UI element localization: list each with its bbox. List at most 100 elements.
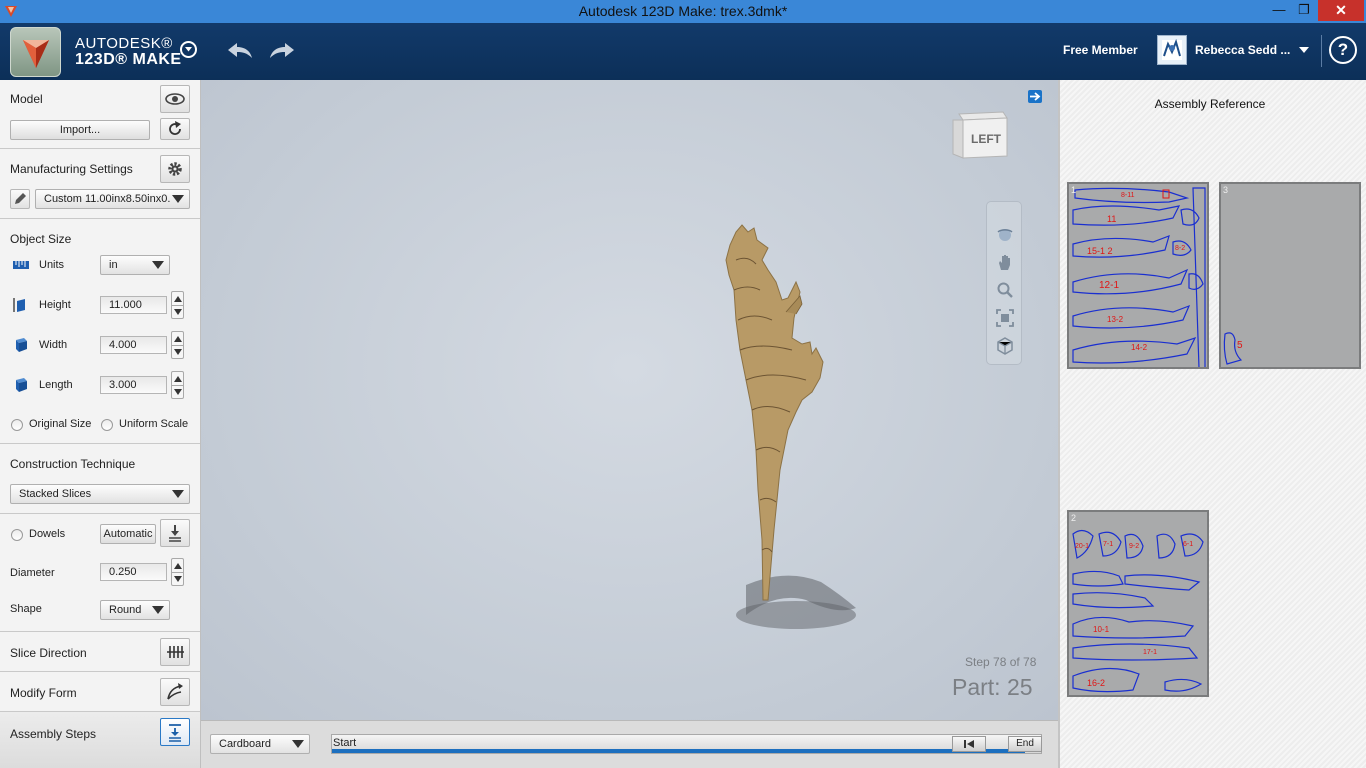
technique-value: Stacked Slices bbox=[19, 488, 92, 500]
modify-form-title: Modify Form bbox=[10, 686, 77, 700]
sheet-number: 1 bbox=[1071, 185, 1077, 195]
dowels-radio[interactable] bbox=[11, 529, 23, 541]
assembly-timeline-bar: Cardboard Start End bbox=[201, 720, 1058, 768]
preset-value: Custom 11.00inx8.50inx0. bbox=[44, 193, 171, 205]
width-stepper[interactable] bbox=[171, 331, 184, 359]
part-label: 8-2 bbox=[1175, 245, 1185, 252]
material-value: Cardboard bbox=[219, 738, 271, 750]
sheet-3-parts: 5 bbox=[1223, 332, 1243, 365]
assembly-steps-section[interactable]: Assembly Steps bbox=[0, 712, 200, 768]
orbit-icon[interactable] bbox=[995, 224, 1015, 244]
timeline-start-label: Start bbox=[333, 737, 357, 749]
units-value: in bbox=[109, 259, 118, 271]
window-title-bar: Autodesk 123D Make: trex.3dmk* — ❐ ✕ bbox=[0, 0, 1366, 23]
part-label: 16-2 bbox=[1087, 678, 1105, 688]
import-button[interactable]: Import... bbox=[10, 120, 150, 140]
height-cube-icon bbox=[13, 298, 25, 312]
eye-icon bbox=[165, 93, 185, 105]
modify-form-section[interactable]: Modify Form bbox=[0, 672, 200, 712]
chevron-down-icon bbox=[152, 606, 164, 614]
skip-back-icon bbox=[964, 740, 974, 748]
viewcube[interactable]: LEFT bbox=[951, 110, 1011, 162]
user-name[interactable]: Rebecca Sedd ... bbox=[1195, 43, 1290, 57]
cut-sheet-3[interactable]: 3 5 bbox=[1219, 182, 1361, 369]
dowel-placement-button[interactable] bbox=[160, 519, 190, 547]
part-label: 10-1 bbox=[1093, 625, 1110, 634]
chevron-down-icon bbox=[172, 195, 184, 203]
previous-step-button[interactable] bbox=[952, 736, 986, 752]
part-label: 14-2 bbox=[1131, 343, 1148, 352]
manufacturing-settings-button[interactable] bbox=[160, 155, 190, 183]
close-button[interactable]: ✕ bbox=[1318, 0, 1364, 21]
slice-direction-section[interactable]: Slice Direction bbox=[0, 632, 200, 672]
cut-sheet-2[interactable]: 2 20-1 7-1 9-2 10-1 17-1 16-2 6-1 bbox=[1067, 510, 1209, 697]
pan-hand-icon[interactable] bbox=[995, 252, 1015, 272]
material-dropdown[interactable]: Cardboard bbox=[210, 734, 310, 754]
part-label: 17-1 bbox=[1143, 649, 1157, 656]
minimize-button[interactable]: — bbox=[1266, 0, 1292, 22]
membership-label[interactable]: Free Member bbox=[1063, 43, 1138, 57]
length-stepper[interactable] bbox=[171, 371, 184, 399]
diameter-label: Diameter bbox=[10, 567, 55, 579]
units-dropdown[interactable]: in bbox=[100, 255, 170, 275]
part-indicator: Part: 25 bbox=[952, 674, 1033, 700]
part-label: 20-1 bbox=[1075, 543, 1089, 550]
uniform-scale-radio[interactable] bbox=[101, 419, 113, 431]
dowels-automatic-button[interactable]: Automatic bbox=[100, 524, 156, 544]
visibility-button[interactable] bbox=[160, 85, 190, 113]
dowels-section: Dowels Automatic Diameter 0.250 Shape Ro… bbox=[0, 514, 200, 632]
brand-company: AUTODESK® bbox=[75, 35, 173, 52]
step-counter: Step 78 of 78 bbox=[965, 655, 1037, 669]
refresh-button[interactable] bbox=[160, 118, 190, 140]
trex-model[interactable] bbox=[716, 220, 876, 640]
fit-view-icon[interactable] bbox=[995, 308, 1015, 328]
redo-icon[interactable] bbox=[268, 39, 296, 61]
diameter-stepper[interactable] bbox=[171, 558, 184, 586]
gear-icon bbox=[168, 162, 182, 176]
part-label: 12-1 bbox=[1099, 280, 1119, 291]
diameter-input[interactable]: 0.250 bbox=[100, 563, 167, 581]
height-input[interactable]: 11.000 bbox=[100, 296, 167, 314]
zoom-icon[interactable] bbox=[995, 280, 1015, 300]
technique-dropdown[interactable]: Stacked Slices bbox=[10, 484, 190, 504]
header-divider bbox=[1321, 35, 1322, 67]
expand-panel-button[interactable] bbox=[1028, 90, 1042, 103]
arrow-right-icon bbox=[1030, 92, 1041, 101]
part-label: 7-1 bbox=[1103, 541, 1113, 548]
pencil-icon bbox=[15, 193, 26, 204]
width-input[interactable]: 4.000 bbox=[100, 336, 167, 354]
app-menu-button[interactable] bbox=[180, 41, 197, 58]
timeline-slider[interactable]: Start End bbox=[331, 734, 1042, 754]
assembly-steps-button[interactable] bbox=[160, 718, 190, 746]
home-cube-icon[interactable] bbox=[995, 336, 1015, 356]
chevron-down-icon bbox=[292, 740, 304, 748]
height-stepper[interactable] bbox=[171, 291, 184, 319]
cut-sheet-1[interactable]: 1 8-11 11 15-1 2 12-1 13-2 14-2 8-2 bbox=[1067, 182, 1209, 369]
part-label: 11 bbox=[1107, 214, 1116, 224]
sheet-number: 2 bbox=[1071, 513, 1077, 523]
3d-viewport[interactable]: LEFT Step 78 of 78 Part: 25 bbox=[201, 80, 1058, 720]
app-logo[interactable] bbox=[10, 27, 61, 77]
navigation-bar bbox=[986, 201, 1022, 365]
restore-button[interactable]: ❐ bbox=[1291, 0, 1317, 22]
window-title: Autodesk 123D Make: trex.3dmk* bbox=[578, 3, 788, 19]
width-cube-icon bbox=[16, 338, 27, 352]
assembly-reference-panel: Assembly Reference 1 8-11 11 15-1 2 12-1 bbox=[1058, 80, 1366, 768]
shape-dropdown[interactable]: Round bbox=[100, 600, 170, 620]
assembly-steps-title: Assembly Steps bbox=[10, 727, 97, 741]
timeline-progress bbox=[332, 749, 1025, 753]
preset-dropdown[interactable]: Custom 11.00inx8.50inx0. bbox=[35, 189, 190, 209]
length-input[interactable]: 3.000 bbox=[100, 376, 167, 394]
undo-icon[interactable] bbox=[226, 39, 254, 61]
dowels-label: Dowels bbox=[29, 528, 66, 540]
slice-direction-button[interactable] bbox=[160, 638, 190, 666]
chevron-down-icon bbox=[152, 261, 164, 269]
end-button[interactable]: End bbox=[1008, 736, 1042, 752]
user-menu-chevron-icon[interactable] bbox=[1299, 47, 1309, 53]
help-button[interactable]: ? bbox=[1329, 36, 1357, 64]
slice-direction-title: Slice Direction bbox=[10, 646, 87, 660]
original-size-radio[interactable] bbox=[11, 419, 23, 431]
avatar[interactable] bbox=[1157, 35, 1187, 65]
modify-form-button[interactable] bbox=[160, 678, 190, 706]
edit-preset-button[interactable] bbox=[10, 189, 30, 209]
